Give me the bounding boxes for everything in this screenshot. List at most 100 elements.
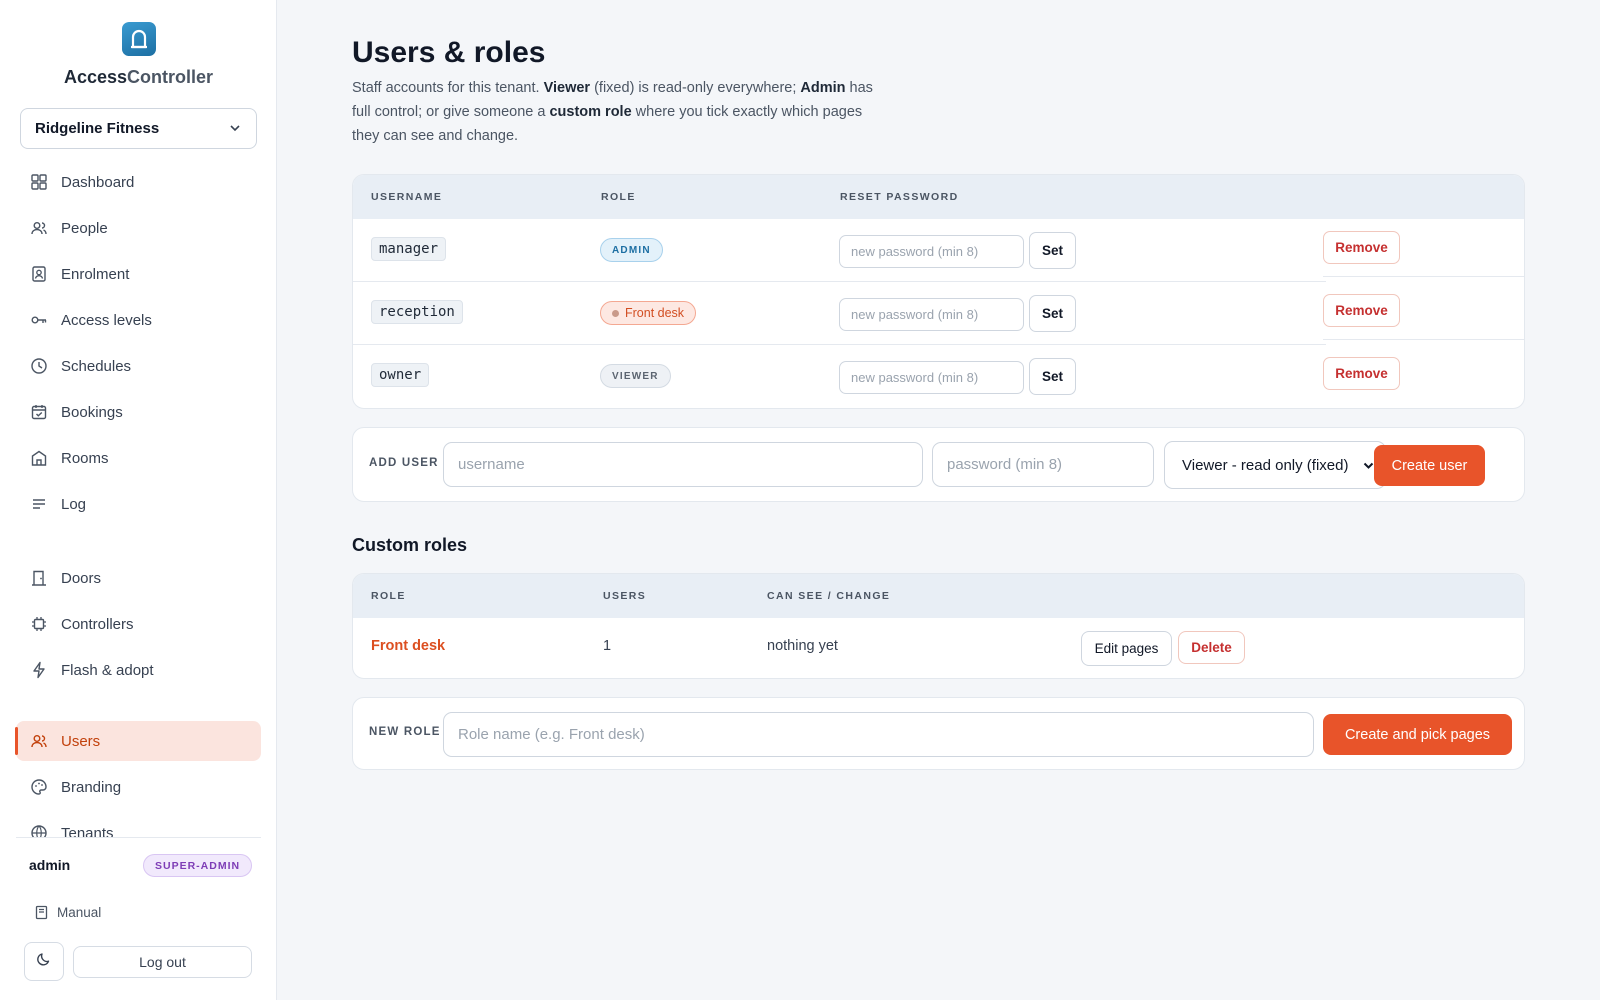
sidebar-item-label: Tenants — [61, 824, 114, 839]
table-row: Front desk 1 nothing yet Edit pages Dele… — [353, 618, 1524, 678]
sidebar-item-branding[interactable]: Branding — [16, 767, 261, 807]
role-badge-super-admin: SUPER-ADMIN — [143, 854, 253, 877]
tenant-select[interactable]: Ridgeline Fitness — [20, 108, 257, 149]
sidebar-item-controllers[interactable]: Controllers — [16, 604, 261, 644]
theme-toggle-button[interactable] — [24, 942, 64, 981]
brand-name-part1: Access — [63, 67, 128, 87]
column-header-users: USERS — [603, 590, 647, 602]
sidebar-item-label: Dashboard — [61, 173, 135, 191]
users-table-header: USERNAME ROLE RESET PASSWORD — [353, 175, 1524, 219]
remove-user-button[interactable]: Remove — [1323, 294, 1400, 327]
palette-icon — [30, 778, 48, 796]
table-row: owner VIEWER Set Remove — [353, 345, 1524, 408]
sidebar-item-users[interactable]: Users — [15, 721, 261, 761]
new-password-input[interactable] — [839, 298, 1024, 331]
sidebar-item-log[interactable]: Log — [16, 484, 261, 524]
desc-bold-custom-role: custom role — [549, 104, 632, 120]
row-divider — [1323, 339, 1524, 340]
delete-role-button[interactable]: Delete — [1178, 631, 1245, 664]
sidebar-item-schedules[interactable]: Schedules — [16, 346, 261, 386]
sidebar: AccessController Ridgeline Fitness Dashb… — [0, 0, 277, 1000]
book-icon — [34, 905, 49, 920]
username-input[interactable] — [443, 442, 923, 487]
chip-icon — [30, 615, 48, 633]
users-table: USERNAME ROLE RESET PASSWORD manager ADM… — [352, 174, 1525, 409]
remove-user-button[interactable]: Remove — [1323, 357, 1400, 390]
role-dot-icon — [612, 309, 619, 317]
people-icon — [30, 219, 48, 237]
create-user-button[interactable]: Create user — [1374, 445, 1485, 486]
grid-icon — [30, 173, 48, 191]
id-badge-icon — [30, 265, 48, 283]
password-input[interactable] — [932, 442, 1154, 487]
main-content: Users & roles Staff accounts for this te… — [277, 0, 1600, 1000]
sidebar-item-label: Bookings — [61, 403, 123, 421]
sidebar-item-bookings[interactable]: Bookings — [16, 392, 261, 432]
sidebar-divider — [16, 837, 261, 838]
sidebar-item-label: Users — [61, 732, 101, 750]
manual-link[interactable]: Manual — [34, 905, 101, 920]
sidebar-item-label: Flash & adopt — [61, 661, 154, 679]
username-cell: owner — [371, 363, 430, 387]
desc-text-2: (fixed) is read-only everywhere; — [590, 80, 801, 96]
logout-button[interactable]: Log out — [73, 946, 252, 978]
brand: AccessController — [0, 22, 277, 88]
username-cell: manager — [371, 237, 447, 261]
clock-icon — [30, 357, 48, 375]
set-password-button[interactable]: Set — [1029, 232, 1076, 269]
sidebar-item-access-levels[interactable]: Access levels — [16, 300, 261, 340]
role-badge-label: Front desk — [625, 306, 685, 320]
column-header-reset-password: RESET PASSWORD — [840, 191, 959, 203]
remove-user-button[interactable]: Remove — [1323, 231, 1400, 264]
tenant-select-value: Ridgeline Fitness — [35, 120, 160, 137]
sidebar-item-enrolment[interactable]: Enrolment — [16, 254, 261, 294]
list-icon — [30, 495, 48, 513]
sidebar-item-rooms[interactable]: Rooms — [16, 438, 261, 478]
current-user-name: admin — [29, 857, 71, 873]
manual-link-label: Manual — [57, 905, 102, 920]
username-cell: reception — [371, 300, 463, 324]
role-badge: ADMIN — [600, 238, 663, 262]
table-row: reception Front desk Set Remove — [353, 282, 1524, 345]
new-password-input[interactable] — [839, 235, 1024, 268]
sidebar-item-label: Enrolment — [61, 265, 130, 283]
column-header-can-see-change: CAN SEE / CHANGE — [767, 590, 891, 602]
globe-icon — [30, 824, 48, 838]
new-role-form: NEW ROLE Create and pick pages — [352, 697, 1525, 770]
page-description: Staff accounts for this tenant. Viewer (… — [352, 76, 892, 148]
sidebar-item-flash-adopt[interactable]: Flash & adopt — [16, 650, 261, 690]
add-user-form: ADD USER Viewer - read only (fixed) Crea… — [352, 427, 1525, 502]
sidebar-item-doors[interactable]: Doors — [16, 558, 261, 598]
desc-bold-admin: Admin — [800, 80, 846, 96]
set-password-button[interactable]: Set — [1029, 295, 1076, 332]
sidebar-item-tenants[interactable]: Tenants — [16, 813, 261, 838]
section-title-custom-roles: Custom roles — [352, 535, 468, 555]
table-row: manager ADMIN Set Remove — [353, 219, 1524, 282]
column-header-role: ROLE — [371, 590, 406, 602]
sidebar-item-label: Access levels — [61, 311, 152, 329]
add-user-label: ADD USER — [369, 457, 439, 469]
edit-pages-button[interactable]: Edit pages — [1081, 631, 1172, 666]
set-password-button[interactable]: Set — [1029, 358, 1076, 395]
role-badge: Front desk — [600, 301, 697, 325]
column-header-role: ROLE — [601, 191, 636, 203]
moon-icon — [36, 951, 52, 972]
sidebar-nav-area: AccessController Ridgeline Fitness Dashb… — [0, 0, 277, 838]
new-password-input[interactable] — [839, 361, 1024, 394]
custom-role-name-link[interactable]: Front desk — [371, 638, 445, 654]
sidebar-item-people[interactable]: People — [16, 208, 261, 248]
role-select[interactable]: Viewer - read only (fixed) — [1164, 441, 1386, 489]
desc-text-1: Staff accounts for this tenant. — [352, 80, 544, 96]
role-name-input[interactable] — [443, 712, 1314, 757]
brand-name-part2: Controller — [127, 67, 214, 87]
sidebar-item-dashboard[interactable]: Dashboard — [16, 162, 261, 202]
desc-bold-viewer: Viewer — [543, 80, 591, 96]
role-badge: VIEWER — [600, 364, 671, 388]
row-divider — [1323, 276, 1524, 277]
create-role-button[interactable]: Create and pick pages — [1323, 714, 1512, 755]
sidebar-item-label: Schedules — [61, 357, 132, 375]
door-lock-icon — [121, 22, 156, 56]
custom-roles-header: ROLE USERS CAN SEE / CHANGE — [353, 574, 1524, 618]
sidebar-item-label: Log — [61, 495, 87, 513]
role-permissions-summary: nothing yet — [767, 638, 838, 654]
